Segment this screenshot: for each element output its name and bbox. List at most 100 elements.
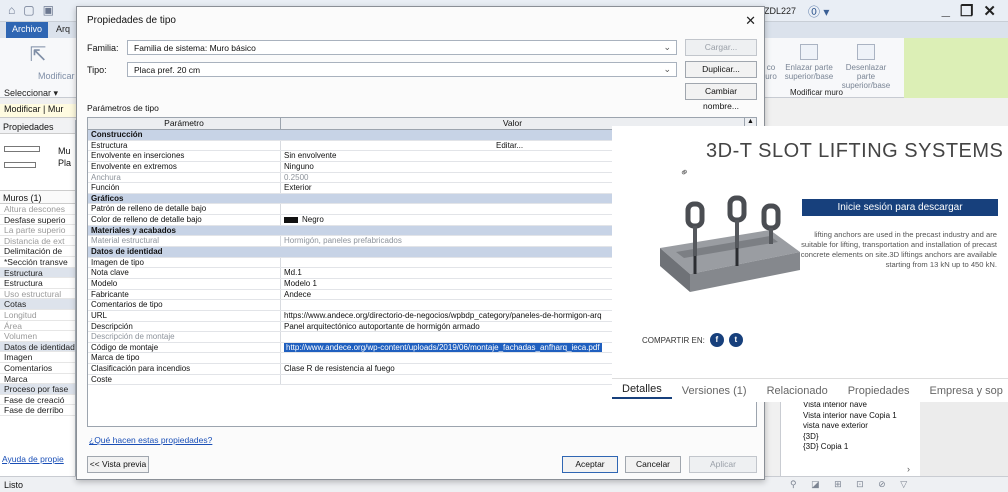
palette-rows: Altura descones Desfase superio La parte s… xyxy=(0,204,75,416)
cancel-button[interactable]: Cancelar xyxy=(625,456,681,473)
palette-property-row[interactable]: Longitud xyxy=(0,310,75,321)
palette-property-row[interactable]: Área xyxy=(0,321,75,332)
status-icons[interactable]: ⚲ ◪ ⊞ ⊡ ⊘ ▽ xyxy=(790,479,913,490)
palette-property-row[interactable]: *Sección transve xyxy=(0,257,75,268)
palette-group-header[interactable]: Datos de identidad xyxy=(0,341,75,353)
parameter-name: Nota clave xyxy=(88,268,281,278)
palette-property-row[interactable]: Fase de creació xyxy=(0,395,75,406)
palette-property-row[interactable]: Volumen xyxy=(0,331,75,342)
share-label: COMPARTIR EN: xyxy=(642,335,705,345)
edit-structure-button[interactable]: Editar... xyxy=(496,141,523,151)
family-value: Familia de sistema: Muro básico xyxy=(134,43,256,53)
palette-property-row[interactable]: Altura descones xyxy=(0,204,75,215)
palette-group-header[interactable]: Cotas xyxy=(0,299,75,310)
type-parameters-label: Parámetros de tipo xyxy=(87,103,159,113)
palette-title: Propiedades xyxy=(0,120,75,134)
palette-property-row[interactable]: Fase de derribo xyxy=(0,405,75,416)
web-tab[interactable]: Relacionado xyxy=(757,385,838,397)
close-app-icon[interactable]: ✕ xyxy=(983,2,996,20)
wall-type-preview-2 xyxy=(4,162,36,168)
project-browser-item[interactable]: vista nave exterior xyxy=(781,421,920,432)
restore-icon[interactable]: ❐ xyxy=(960,2,973,20)
tool-icon xyxy=(766,44,776,60)
type-value: Placa pref. 20 cm xyxy=(134,65,201,75)
project-browser-item[interactable]: {3D} xyxy=(781,432,920,443)
close-icon[interactable]: ✕ xyxy=(745,13,756,29)
parameter-value-text: https://www.andece.org/directorio-de-neg… xyxy=(284,310,602,320)
ok-button[interactable]: Aceptar xyxy=(562,456,618,473)
detach-top-base-button[interactable]: Desenlazar parte superior/base xyxy=(838,44,894,90)
type-label: Tipo: xyxy=(87,65,107,75)
web-tab[interactable]: Detalles xyxy=(612,383,672,399)
parameter-name: Anchura xyxy=(88,172,281,183)
what-do-these-properties-do-link[interactable]: ¿Qué hacen estas propiedades? xyxy=(89,435,212,445)
palette-property-row[interactable]: Marca xyxy=(0,374,75,385)
home-icon[interactable]: ⌂ xyxy=(8,3,15,17)
product-description: lifting anchors are used in the precast … xyxy=(800,230,997,269)
instance-filter-dropdown[interactable]: Muros (1) xyxy=(0,190,75,204)
parameter-value-text: Exterior xyxy=(284,183,312,193)
attach-icon xyxy=(800,44,818,60)
parameter-name: Modelo xyxy=(88,278,281,289)
palette-property-row[interactable]: Distancia de ext xyxy=(0,236,75,247)
product-tabs: Detalles Versiones (1) Relacionado Propieda… xyxy=(612,378,1008,402)
preview-button[interactable]: << Vista previa xyxy=(87,456,149,473)
parameter-value-text: http://www.andece.org/wp-content/uploads… xyxy=(284,342,602,352)
web-tab[interactable]: Versiones (1) xyxy=(672,385,757,397)
attach-top-base-label: Enlazar parte superior/base xyxy=(784,63,834,81)
user-name[interactable]: ZDL227 xyxy=(764,6,796,16)
palette-property-row[interactable]: Delimitación de xyxy=(0,246,75,257)
palette-property-row[interactable]: Desfase superio xyxy=(0,215,75,226)
palette-property-row[interactable]: Imagen xyxy=(0,352,75,363)
parameter-name: Coste xyxy=(88,374,281,385)
family-dropdown[interactable]: Familia de sistema: Muro básico ⌄ xyxy=(127,40,677,55)
modify-tool-button[interactable]: ⇱ Modificar xyxy=(12,42,75,92)
palette-property-row[interactable]: Comentarios xyxy=(0,363,75,374)
palette-group-header[interactable]: Estructura xyxy=(0,267,75,279)
type-dropdown[interactable]: Placa pref. 20 cm ⌄ xyxy=(127,62,677,77)
detach-icon xyxy=(857,44,875,60)
web-tab[interactable]: Empresa y sop xyxy=(920,385,1008,397)
parameter-name: Estructura xyxy=(88,140,281,151)
attach-top-base-button[interactable]: Enlazar parte superior/base xyxy=(784,44,834,81)
family-label: Familia: xyxy=(87,43,119,53)
rename-button[interactable]: Cambiar nombre... xyxy=(685,83,757,111)
color-swatch xyxy=(284,217,298,224)
detach-top-base-label: Desenlazar parte superior/base xyxy=(841,63,891,90)
tab-archivo[interactable]: Archivo xyxy=(6,22,49,38)
help-icon[interactable]: ⓪ ▾ xyxy=(808,3,829,20)
palette-property-row[interactable]: Uso estructural xyxy=(0,289,75,300)
tab-arquitectura[interactable]: Arq xyxy=(56,24,70,34)
palette-property-row[interactable]: Estructura xyxy=(0,278,75,289)
product-web-page: 3D-T SLOT LIFTING SYSTEMS ⚭ Inicie sesió… xyxy=(612,126,1008,400)
save-icon[interactable]: ▣ xyxy=(43,3,54,17)
project-browser-item[interactable]: {3D} Copia 1 xyxy=(781,442,920,453)
palette-group-header[interactable]: Proceso por fase xyxy=(0,384,75,395)
user-area: ZDL227 ⓪ ▾ _ ❐ ✕ xyxy=(758,0,1008,22)
twitter-icon[interactable]: t xyxy=(728,333,743,347)
parameter-name: Descripción de montaje xyxy=(88,332,281,342)
apply-button[interactable]: Aplicar xyxy=(689,456,757,473)
open-icon[interactable]: ▢ xyxy=(23,3,34,17)
palette-property-row[interactable]: La parte superio xyxy=(0,225,75,236)
facebook-icon[interactable]: f xyxy=(709,333,724,347)
type-selector[interactable]: Mu Pla xyxy=(0,134,75,190)
parameter-name: Envolvente en inserciones xyxy=(88,151,281,161)
minimize-icon[interactable]: _ xyxy=(942,2,950,20)
project-browser-item[interactable]: Vista interior nave Copia 1 xyxy=(781,411,920,422)
parameter-name: Función xyxy=(88,183,281,193)
ribbon-context-strip xyxy=(904,38,1008,98)
select-dropdown[interactable]: Seleccionar ▾ xyxy=(0,88,76,102)
link-icon[interactable]: ⚭ xyxy=(677,165,692,180)
parameter-name: Color de relleno de detalle bajo xyxy=(88,215,281,225)
parameter-value-text: Modelo 1 xyxy=(284,278,317,288)
login-to-download-button[interactable]: Inicie sesión para descargar xyxy=(802,199,998,216)
properties-palette: Propiedades Mu Pla Muros (1) Altura desc… xyxy=(0,120,76,476)
load-button[interactable]: Cargar... xyxy=(685,39,757,56)
properties-help-link[interactable]: Ayuda de propie xyxy=(2,454,64,464)
web-tab[interactable]: Propiedades xyxy=(838,385,920,397)
project-browser-list: Vista interior nave Vista interior nave C… xyxy=(781,400,920,453)
duplicate-button[interactable]: Duplicar... xyxy=(685,61,757,78)
chevron-right-icon[interactable]: › xyxy=(907,464,910,474)
wall-type-preview xyxy=(4,146,40,152)
